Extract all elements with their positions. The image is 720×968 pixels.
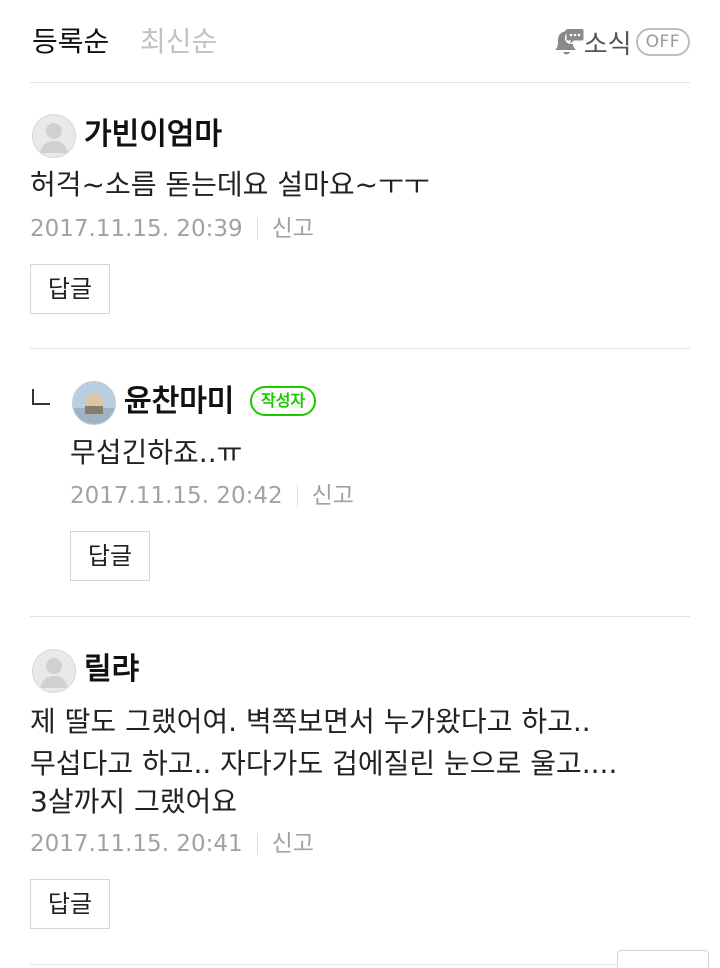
reply-comment-item: 윤찬마미 작성자 무섭긴하죠..ㅠ 2017.11.15. 20:42 신고 답… — [30, 349, 690, 617]
notification-label: 소식 — [583, 29, 632, 60]
report-link[interactable]: 신고 — [272, 214, 314, 244]
report-link[interactable]: 신고 — [312, 481, 354, 511]
comment-text: 무섭긴하죠..ㅠ — [70, 436, 243, 469]
comment-meta: 2017.11.15. 20:42 신고 — [70, 481, 354, 511]
floating-button-edge[interactable] — [617, 950, 709, 968]
sort-registered-tab[interactable]: 등록순 — [32, 22, 109, 62]
avatar[interactable] — [72, 381, 116, 425]
avatar[interactable] — [32, 649, 76, 693]
sort-latest-tab[interactable]: 최신순 — [140, 22, 217, 62]
comment-nickname[interactable]: 윤찬마미 — [124, 382, 234, 422]
comment-nickname[interactable]: 릴랴 — [84, 650, 139, 690]
comment-date: 2017.11.15. 20:39 — [30, 216, 243, 242]
reply-button[interactable]: 답글 — [30, 879, 110, 929]
comment-date: 2017.11.15. 20:41 — [30, 831, 243, 857]
comment-date: 2017.11.15. 20:42 — [70, 483, 283, 509]
comment-text: 허걱~소름 돋는데요 설마요~ㅜㅜ — [30, 168, 430, 201]
sort-bar: 등록순 최신순 소식 OFF — [30, 0, 690, 83]
comment-nickname[interactable]: 가빈이엄마 — [84, 115, 222, 155]
comment-text-line: 무섭다고 하고.. 자다가도 겁에질린 눈으로 울고.... — [30, 747, 618, 780]
comments-page: 등록순 최신순 소식 OFF 가빈이엄마 허걱~소름 돋는데요 설마요~ㅜㅜ 2… — [0, 0, 720, 968]
comment-meta: 2017.11.15. 20:39 신고 — [30, 214, 314, 244]
comment-meta: 2017.11.15. 20:41 신고 — [30, 829, 314, 859]
default-profile-icon — [40, 123, 68, 153]
report-link[interactable]: 신고 — [272, 829, 314, 859]
notification-toggle[interactable]: 소식 OFF — [550, 24, 690, 60]
comment-text-line: 3살까지 그랬어요 — [30, 785, 238, 818]
divider — [256, 218, 258, 240]
comment-item: 릴랴 제 딸도 그랬어여. 벽쪽보면서 누가왔다고 하고.. 무섭다고 하고..… — [30, 617, 690, 965]
reply-button[interactable]: 답글 — [70, 531, 150, 581]
off-switch[interactable]: OFF — [635, 28, 690, 56]
comment-text-line: 제 딸도 그랬어여. 벽쪽보면서 누가왔다고 하고.. — [30, 705, 591, 738]
author-badge: 작성자 — [250, 386, 317, 416]
divider — [256, 833, 258, 855]
reply-indicator-icon — [32, 389, 50, 405]
divider — [296, 485, 298, 507]
bell-icon — [554, 29, 584, 55]
comment-item: 가빈이엄마 허걱~소름 돋는데요 설마요~ㅜㅜ 2017.11.15. 20:3… — [30, 82, 690, 349]
default-profile-icon — [40, 658, 68, 688]
reply-button[interactable]: 답글 — [30, 264, 110, 314]
avatar[interactable] — [32, 114, 76, 158]
profile-photo-icon — [73, 382, 115, 424]
